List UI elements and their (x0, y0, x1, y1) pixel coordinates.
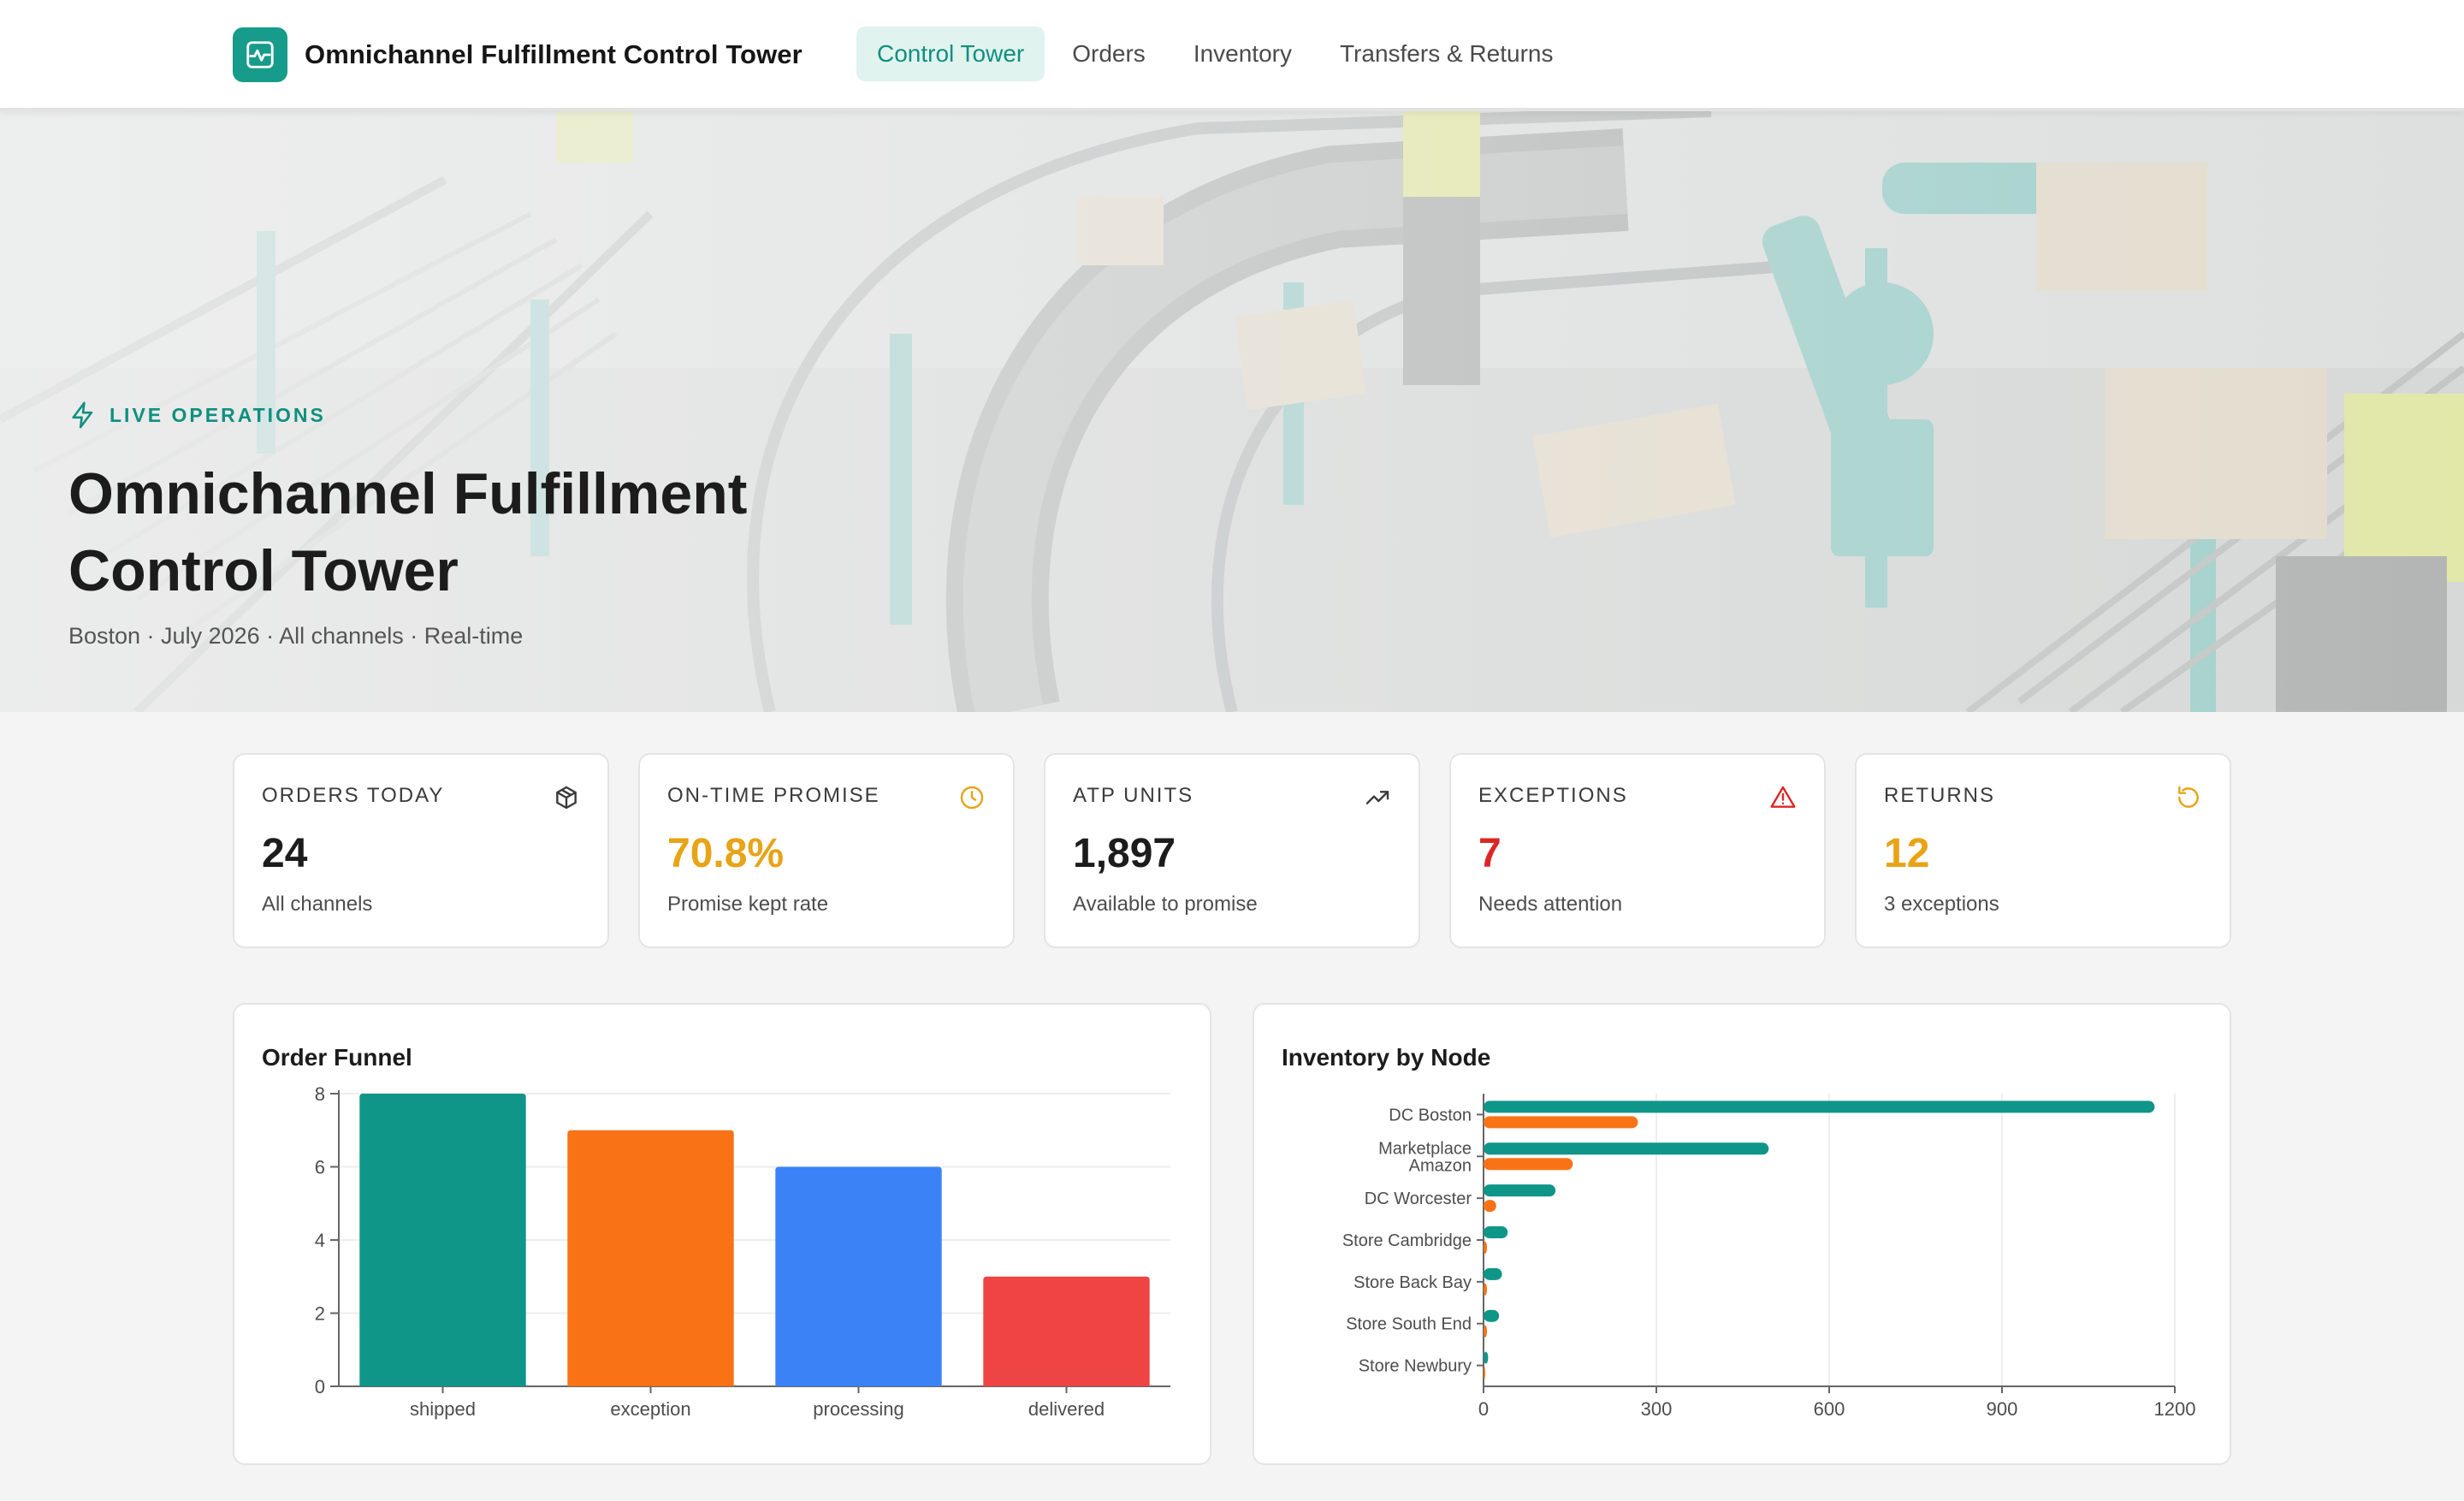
trending-up-icon (1365, 791, 1389, 804)
bar-shipped (359, 1094, 526, 1386)
bar-dc-worcester-s2 (1484, 1200, 1496, 1213)
kpi-subtext: Needs attention (1478, 893, 1623, 916)
hero-title-line-1: Omnichannel Fulfillment (68, 461, 748, 526)
kpi-value: 24 (262, 831, 308, 876)
tab-transfers-returns[interactable]: Transfers & Returns (1319, 27, 1573, 81)
kpi-subtext: Available to promise (1073, 893, 1258, 916)
x-tick-label: exception (610, 1398, 690, 1420)
y-tick-label-line: Store Newbury (1359, 1357, 1472, 1376)
x-tick-label: 600 (1814, 1398, 1845, 1420)
bar-store-back-bay-s1 (1484, 1267, 1502, 1280)
bar-store-cambridge-s1 (1484, 1226, 1508, 1238)
brand[interactable]: Omnichannel Fulfillment Control Tower (233, 27, 803, 82)
bar-store-south-end-s2 (1484, 1325, 1488, 1338)
bar-store-south-end-s1 (1484, 1309, 1500, 1322)
hero-text: LIVE OPERATIONS Omnichannel Fulfillment … (68, 400, 838, 650)
live-operations-tag: LIVE OPERATIONS (68, 400, 838, 430)
kpi-subtext: All channels (262, 893, 373, 916)
clock-icon (960, 786, 984, 810)
y-tick-label: Store South End (1346, 1315, 1472, 1334)
tab-inventory[interactable]: Inventory (1173, 27, 1312, 81)
bar-exception (567, 1130, 734, 1386)
hero-banner: LIVE OPERATIONS Omnichannel Fulfillment … (0, 111, 2464, 712)
hero-title: Omnichannel Fulfillment Control Tower (68, 455, 838, 609)
inventory-by-node-chart: 0 300 600 900 1200 DC Boston Marketplace Amazon… (1342, 1094, 2196, 1420)
lightning-icon (72, 401, 93, 429)
x-tick-label: processing (813, 1398, 903, 1420)
y-tick-label-line: Store South End (1346, 1315, 1472, 1334)
kpi-label: EXCEPTIONS (1478, 784, 1628, 807)
y-tick-label-line: Marketplace (1378, 1139, 1472, 1158)
kpi-label: ON-TIME PROMISE (667, 784, 880, 807)
bar-store-newbury-s2 (1484, 1367, 1485, 1379)
x-tick-label: 1200 (2154, 1398, 2196, 1420)
inventory-by-node-card: Inventory by Node 0 300 600 900 1200 DC Bosto… (1253, 1003, 2231, 1465)
kpi-value: 1,897 (1073, 831, 1176, 876)
kpi-card-on-time-promise[interactable]: ON-TIME PROMISE 70.8% Promise kept rate (638, 753, 1015, 948)
y-tick-label: 0 (315, 1376, 325, 1397)
y-tick-label: 8 (315, 1083, 325, 1105)
kpi-card-returns[interactable]: RETURNS 12 3 exceptions (1855, 753, 2231, 948)
y-tick-label: Store Newbury (1359, 1357, 1472, 1376)
tab-orders[interactable]: Orders (1051, 27, 1166, 81)
kpi-card-atp-units[interactable]: ATP UNITS 1,897 Available to promise (1044, 753, 1420, 948)
kpi-label: RETURNS (1884, 784, 1996, 807)
y-tick-label: 2 (315, 1303, 325, 1325)
y-tick-label-line: Store Cambridge (1342, 1231, 1472, 1250)
refresh-icon (2178, 786, 2199, 808)
kpi-label: ATP UNITS (1073, 784, 1194, 807)
tab-control-tower[interactable]: Control Tower (856, 27, 1045, 81)
hero-subtitle: Boston · July 2026 · All channels · Real… (68, 623, 524, 649)
y-tick-label: 6 (315, 1157, 325, 1178)
kpi-row: ORDERS TODAY 24 All channels ON-TIME PRO… (233, 753, 2231, 948)
bar-dc-boston-s2 (1484, 1116, 1638, 1129)
app-title: Omnichannel Fulfillment Control Tower (305, 39, 803, 69)
y-tick-label-line: DC Worcester (1365, 1190, 1472, 1208)
pulse-logo-icon (233, 27, 287, 82)
kpi-value: 70.8% (667, 831, 785, 876)
order-funnel-card: Order Funnel 0 2 4 6 8 shipped exception proces… (233, 1003, 1211, 1465)
bar-marketplace-amazon-s1 (1484, 1142, 1769, 1155)
bar-store-newbury-s1 (1484, 1351, 1489, 1364)
top-navigation-bar: Omnichannel Fulfillment Control Tower Co… (0, 0, 2464, 111)
y-tick-label-line: Store Back Bay (1353, 1273, 1472, 1292)
bar-delivered (983, 1276, 1150, 1386)
x-tick-label: 300 (1641, 1398, 1673, 1420)
kpi-value: 12 (1884, 831, 1930, 876)
y-tick-label-line: DC Boston (1389, 1106, 1472, 1124)
x-tick-label: shipped (410, 1398, 476, 1420)
package-icon (556, 786, 577, 810)
bar-processing (775, 1166, 942, 1386)
y-tick-label: DC Worcester (1365, 1190, 1472, 1208)
x-tick-label: 900 (1987, 1398, 2018, 1420)
kpi-card-exceptions[interactable]: EXCEPTIONS 7 Needs attention (1449, 753, 1826, 948)
bar-dc-worcester-s1 (1484, 1184, 1556, 1197)
order-funnel-chart: 0 2 4 6 8 shipped exception processing delivered (315, 1083, 1170, 1420)
y-tick-label: Store Cambridge (1342, 1231, 1472, 1250)
bar-marketplace-amazon-s2 (1484, 1158, 1573, 1171)
x-tick-label: delivered (1028, 1398, 1105, 1420)
x-tick-label: 0 (1478, 1398, 1489, 1420)
bar-store-cambridge-s2 (1484, 1242, 1488, 1254)
kpi-subtext: Promise kept rate (667, 893, 829, 916)
y-tick-label: DC Boston (1389, 1106, 1472, 1124)
y-tick-label: 4 (315, 1230, 325, 1251)
bar-store-back-bay-s2 (1484, 1283, 1488, 1296)
kpi-label: ORDERS TODAY (262, 784, 445, 807)
kpi-value: 7 (1478, 831, 1502, 876)
kpi-card-orders-today[interactable]: ORDERS TODAY 24 All channels (233, 753, 609, 948)
y-tick-label: Store Back Bay (1353, 1273, 1472, 1292)
y-tick-label: Marketplace Amazon (1378, 1139, 1472, 1175)
kpi-subtext: 3 exceptions (1884, 893, 1999, 916)
warning-icon (1770, 786, 1796, 808)
live-operations-label: LIVE OPERATIONS (110, 403, 326, 426)
nav-tabs: Control Tower Orders Inventory Transfers… (856, 27, 1580, 81)
hero-title-line-2: Control Tower (68, 538, 459, 603)
y-tick-label-line: Amazon (1409, 1156, 1472, 1175)
bar-dc-boston-s1 (1484, 1101, 2155, 1113)
